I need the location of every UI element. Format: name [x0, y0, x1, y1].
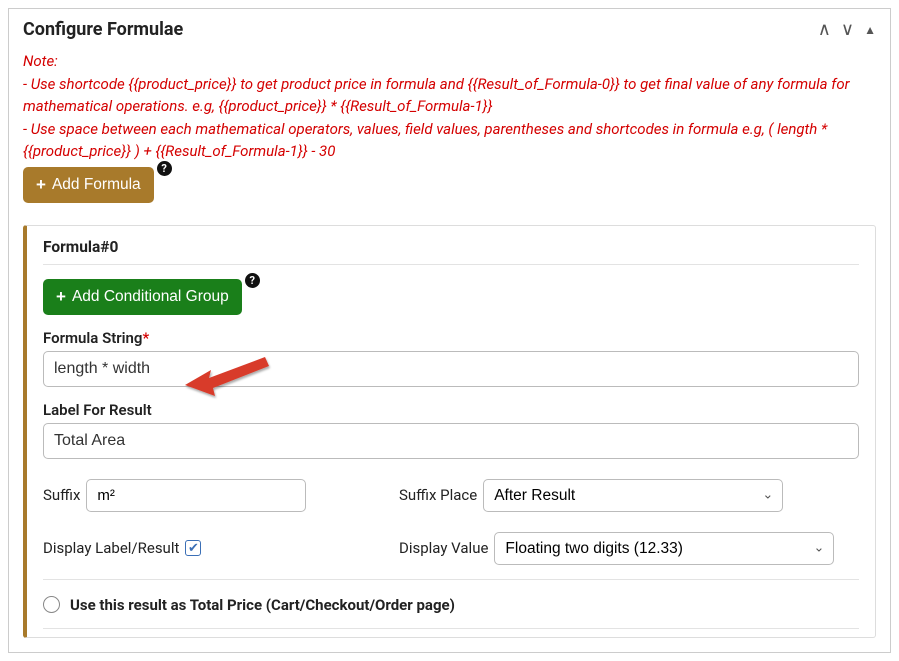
move-up-icon[interactable]: ∧ — [818, 19, 831, 40]
plus-icon: + — [56, 287, 66, 307]
add-formula-button[interactable]: + Add Formula — [23, 167, 154, 203]
panel-title: Configure Formulae — [23, 19, 818, 40]
add-conditional-group-button[interactable]: + Add Conditional Group — [43, 279, 242, 315]
suffix-input[interactable] — [86, 479, 306, 512]
formula-string-input[interactable] — [43, 351, 859, 387]
label-for-result-input[interactable] — [43, 423, 859, 459]
add-group-label: Add Conditional Group — [72, 288, 229, 306]
suffix-label: Suffix — [43, 486, 80, 504]
note-block: Note: - Use shortcode {{product_price}} … — [23, 50, 876, 163]
formula-title: Formula#0 — [43, 238, 859, 256]
note-line-2: - Use space between each mathematical op… — [23, 118, 876, 163]
display-value-select[interactable]: Floating two digits (12.33) — [494, 532, 834, 565]
plus-icon: + — [36, 175, 46, 195]
panel-header: Configure Formulae ∧ ∨ ▲ — [9, 9, 890, 46]
formula-card-0: Formula#0 + Add Conditional Group ? Form… — [23, 225, 876, 638]
collapse-icon[interactable]: ▲ — [864, 23, 876, 37]
note-line-1: - Use shortcode {{product_price}} to get… — [23, 73, 876, 118]
suffix-place-label: Suffix Place — [399, 486, 477, 504]
note-heading: Note: — [23, 50, 876, 73]
help-icon[interactable]: ? — [157, 161, 172, 176]
move-down-icon[interactable]: ∨ — [841, 19, 854, 40]
panel-body: Note: - Use shortcode {{product_price}} … — [9, 50, 890, 652]
display-label-result-label: Display Label/Result — [43, 539, 179, 557]
help-icon[interactable]: ? — [245, 273, 260, 288]
formula-string-label: Formula String* — [43, 329, 859, 347]
use-as-total-price-radio[interactable] — [43, 596, 60, 613]
panel-header-controls: ∧ ∨ ▲ — [818, 19, 876, 40]
divider — [43, 628, 859, 629]
display-label-result-checkbox[interactable]: ✔ — [185, 540, 201, 556]
configure-formulae-panel: Configure Formulae ∧ ∨ ▲ Note: - Use sho… — [8, 8, 891, 653]
add-formula-label: Add Formula — [52, 176, 141, 194]
use-as-total-price-label: Use this result as Total Price (Cart/Che… — [70, 596, 455, 614]
divider — [43, 264, 859, 265]
label-for-result-label: Label For Result — [43, 401, 859, 419]
suffix-place-select[interactable]: After Result — [483, 479, 783, 512]
display-value-label: Display Value — [399, 539, 488, 557]
divider — [43, 579, 859, 580]
